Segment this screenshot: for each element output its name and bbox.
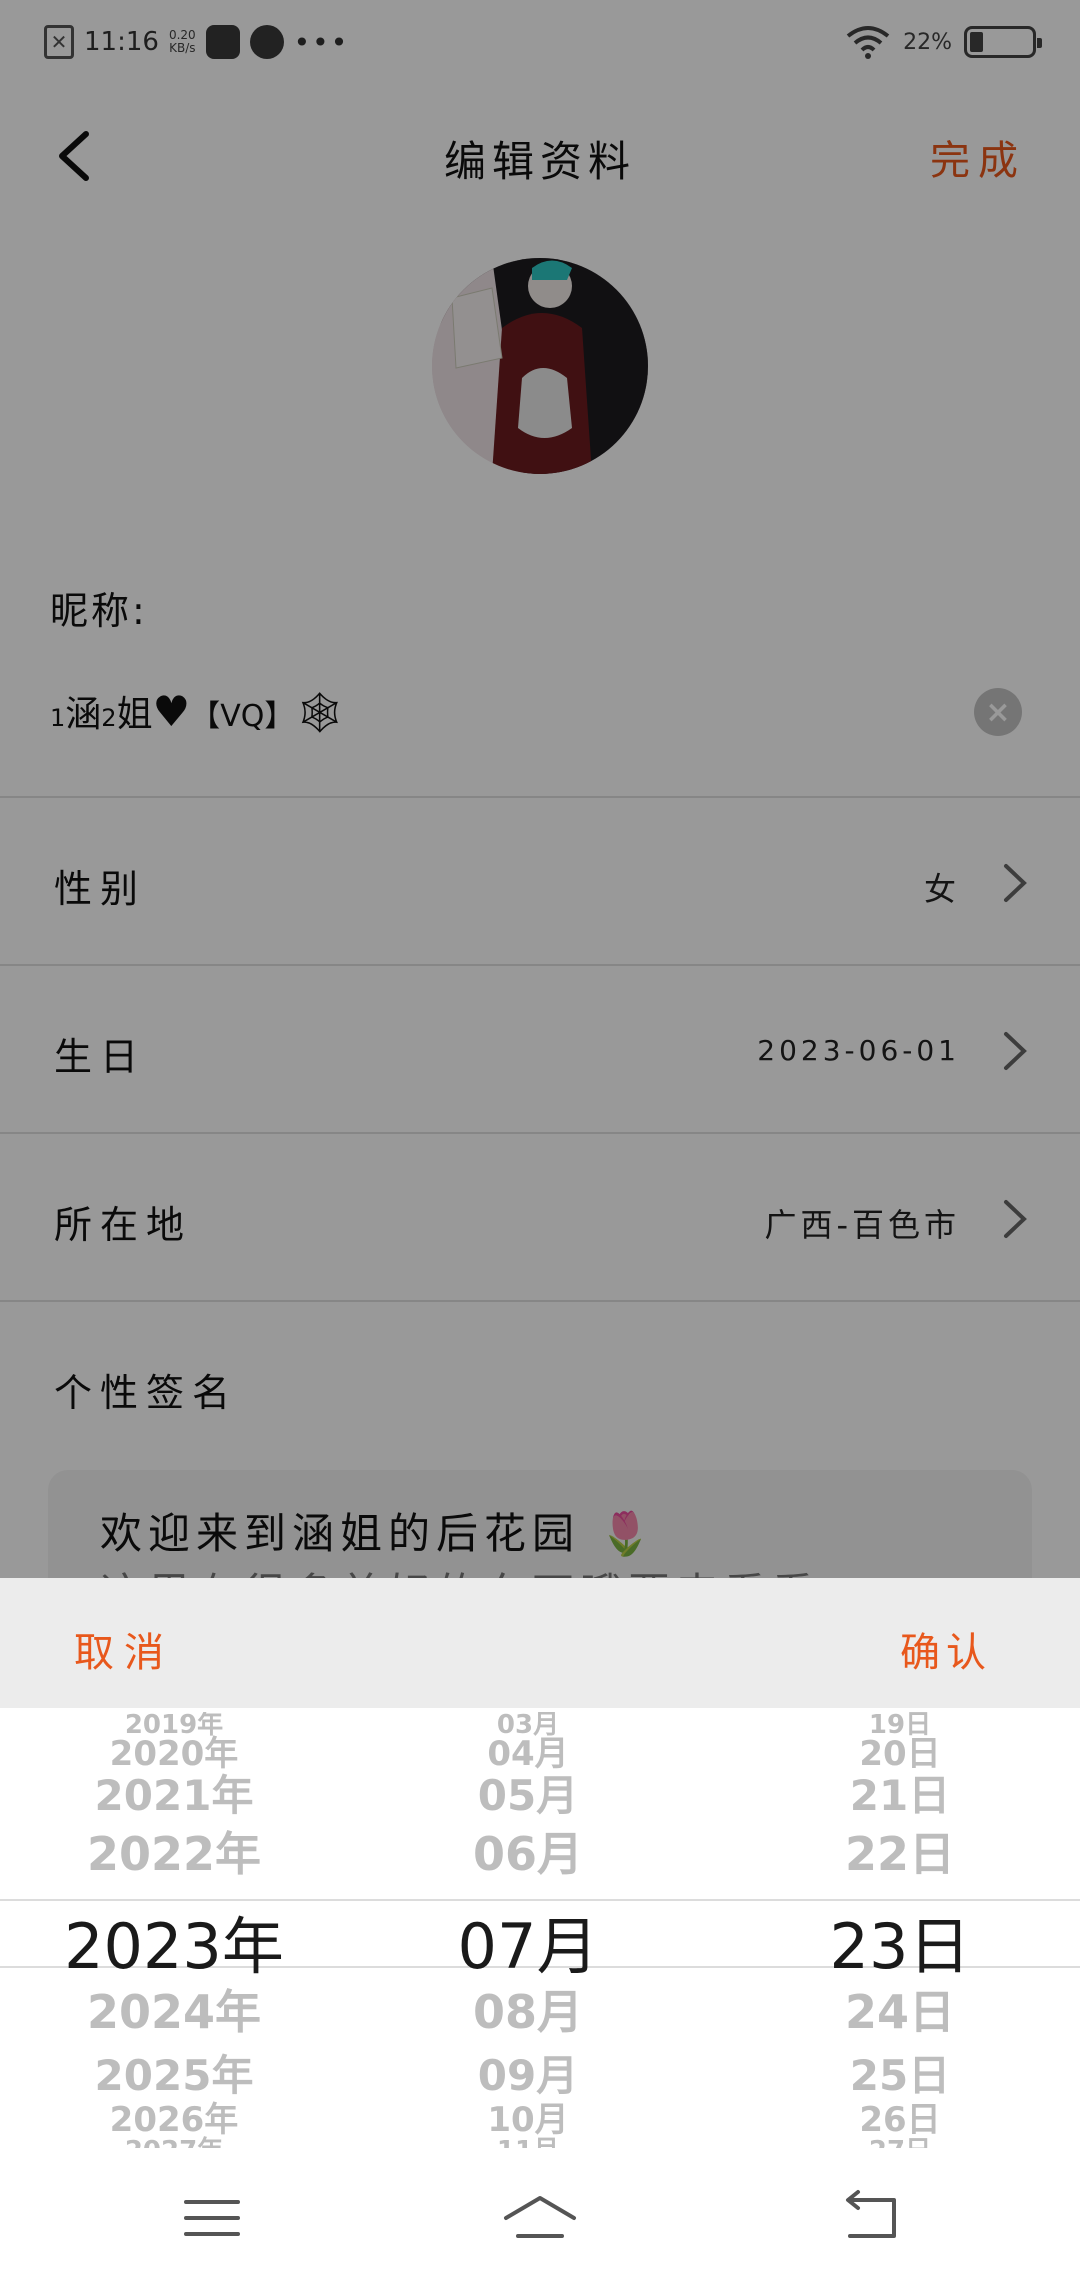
month-option[interactable]: 08月 — [398, 1976, 658, 2042]
month-option-selected[interactable]: 07月 — [398, 1896, 658, 1986]
month-option[interactable]: 06月 — [398, 1818, 658, 1884]
year-option[interactable]: 2024年 — [44, 1976, 304, 2042]
cancel-button[interactable]: 取消 — [74, 1620, 174, 1678]
year-wheel[interactable]: 2019年 2020年 2021年 2022年 2023年 2024年 2025… — [44, 1712, 304, 2148]
day-option-selected[interactable]: 23日 — [770, 1896, 1030, 1986]
day-option[interactable]: 24日 — [770, 1976, 1030, 2042]
day-option[interactable]: 22日 — [770, 1818, 1030, 1884]
year-option-selected[interactable]: 2023年 — [44, 1896, 304, 1986]
back-icon[interactable] — [830, 2188, 910, 2248]
year-option[interactable]: 2027年 — [44, 2130, 304, 2148]
year-option[interactable]: 2021年 — [44, 1762, 304, 1823]
date-picker-wheels: 2019年 2020年 2021年 2022年 2023年 2024年 2025… — [0, 1712, 1080, 2148]
day-option[interactable]: 21日 — [770, 1762, 1030, 1823]
day-option[interactable]: 27日 — [770, 2130, 1030, 2148]
day-wheel[interactable]: 19日 20日 21日 22日 23日 24日 25日 26日 27日 — [770, 1712, 1030, 2148]
month-option[interactable]: 05月 — [398, 1762, 658, 1823]
menu-icon[interactable] — [172, 2188, 252, 2248]
month-option[interactable]: 11月 — [398, 2130, 658, 2148]
confirm-button[interactable]: 确认 — [900, 1620, 992, 1678]
home-icon[interactable] — [500, 2188, 580, 2248]
month-wheel[interactable]: 03月 04月 05月 06月 07月 08月 09月 10月 11月 — [398, 1712, 658, 2148]
year-option[interactable]: 2022年 — [44, 1818, 304, 1884]
